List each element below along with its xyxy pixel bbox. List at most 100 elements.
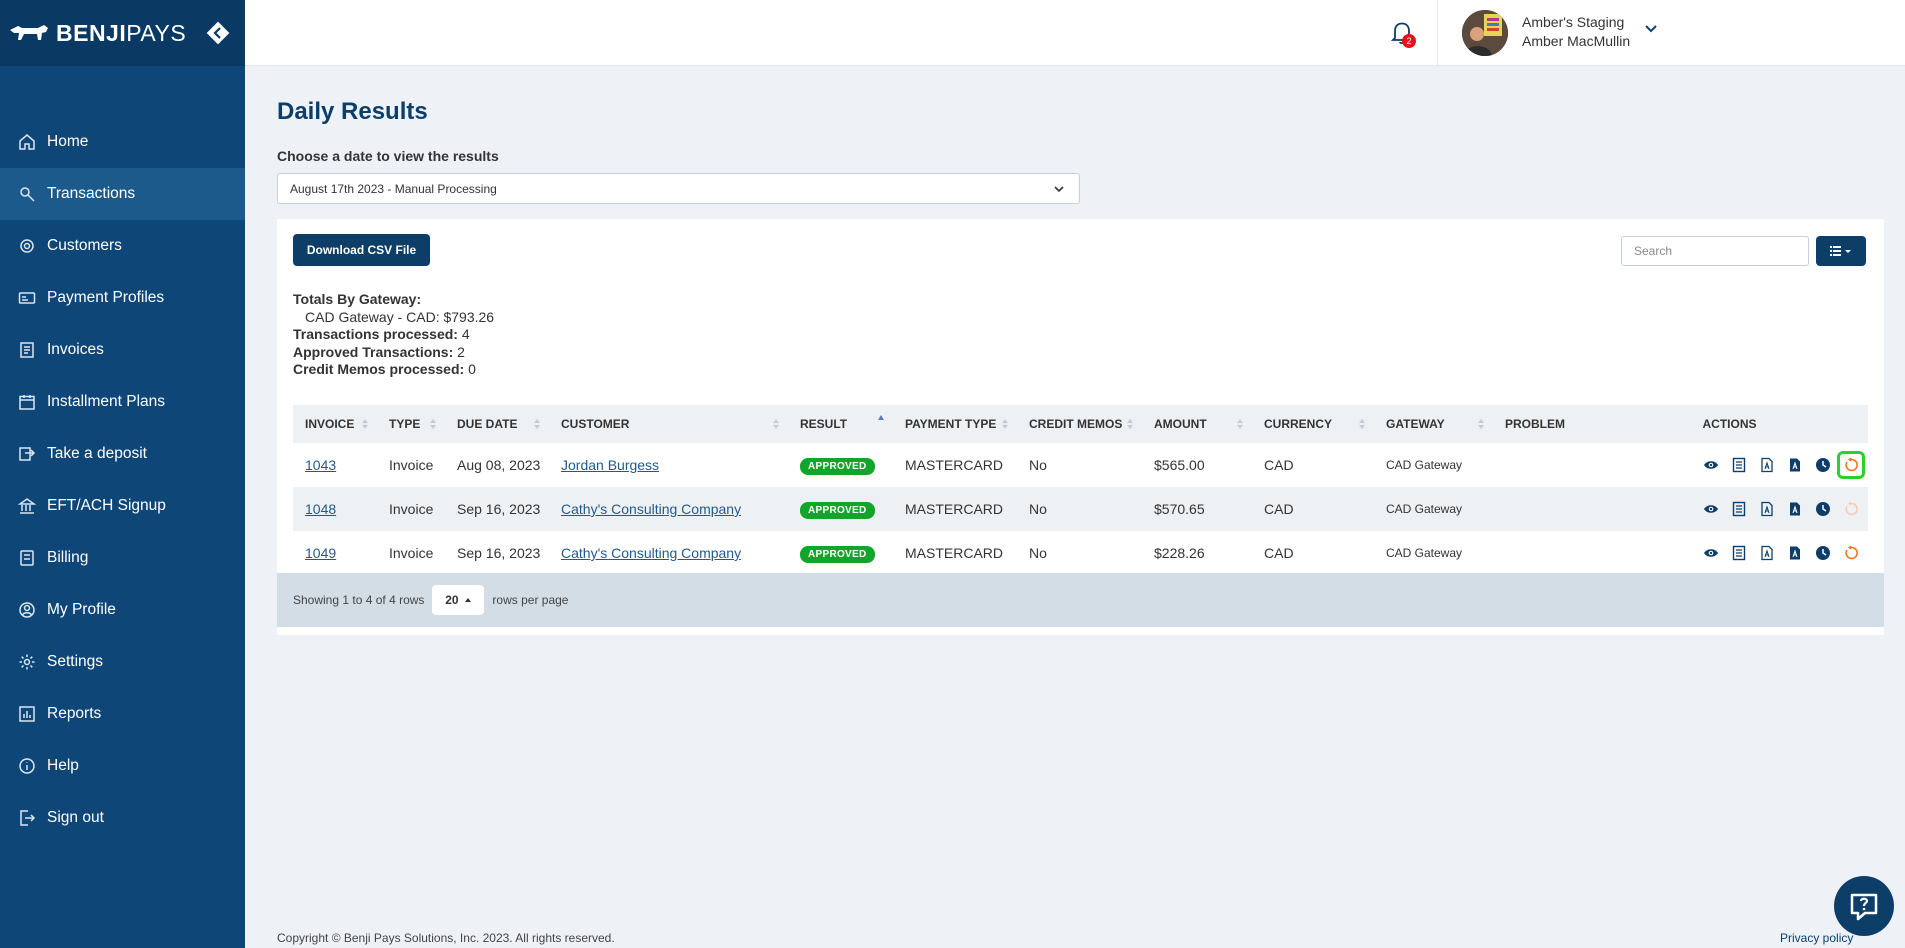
customer-link[interactable]: Jordan Burgess bbox=[561, 457, 659, 473]
column-header-label: INVOICE bbox=[305, 417, 355, 431]
sidebar-item-transactions[interactable]: Transactions bbox=[0, 168, 245, 220]
sidebar-item-label: Installment Plans bbox=[47, 393, 166, 410]
pdf-outline-icon bbox=[1761, 545, 1773, 561]
history-button[interactable] bbox=[1814, 456, 1832, 474]
row-actions bbox=[1603, 451, 1868, 479]
view-button[interactable] bbox=[1702, 544, 1720, 562]
sidebar-item-label: Billing bbox=[47, 549, 89, 566]
pdf-download-button[interactable] bbox=[1786, 544, 1804, 562]
table-header-row: INVOICE TYPE DUE DATE CUSTOMER RESULT PA… bbox=[293, 405, 1868, 443]
invoice-cell: 1049 bbox=[293, 531, 377, 575]
refund-button[interactable] bbox=[1837, 451, 1865, 479]
sidebar-item-sign-out[interactable]: Sign out bbox=[0, 792, 245, 844]
pdf-download-button[interactable] bbox=[1786, 500, 1804, 518]
credit-memos-cell: No bbox=[1029, 545, 1047, 561]
amount-cell: $565.00 bbox=[1154, 457, 1205, 473]
sidebar-item-settings[interactable]: Settings bbox=[0, 636, 245, 688]
pdf-icon bbox=[1790, 502, 1800, 516]
help-icon bbox=[18, 757, 36, 775]
help-chat-button[interactable] bbox=[1834, 876, 1894, 936]
type-cell: Invoice bbox=[389, 545, 434, 561]
history-button[interactable] bbox=[1814, 500, 1832, 518]
row-actions bbox=[1603, 544, 1868, 562]
user-name[interactable]: Amber MacMullin bbox=[1522, 33, 1630, 49]
view-button[interactable] bbox=[1702, 456, 1720, 474]
column-header-amount[interactable]: AMOUNT bbox=[1142, 405, 1252, 443]
pdf-outline-button[interactable] bbox=[1758, 544, 1776, 562]
column-header-payment-type[interactable]: PAYMENT TYPE bbox=[893, 405, 1017, 443]
invoice-link[interactable]: 1043 bbox=[305, 457, 336, 473]
payment-type-cell: MASTERCARD bbox=[905, 457, 1004, 473]
invoice-link[interactable]: 1048 bbox=[305, 501, 336, 517]
refund-icon bbox=[1845, 501, 1858, 516]
pdf-outline-icon bbox=[1761, 457, 1773, 473]
column-header-label: PAYMENT TYPE bbox=[905, 417, 997, 431]
column-header-invoice[interactable]: INVOICE bbox=[293, 405, 377, 443]
collapse-sidebar-icon[interactable] bbox=[205, 20, 231, 46]
pagination-info: Showing 1 to 4 of 4 rows bbox=[293, 593, 425, 607]
sidebar-item-home[interactable]: Home bbox=[0, 116, 245, 168]
brand-logo[interactable]: BENJIPAYS bbox=[56, 20, 186, 47]
column-header-label: GATEWAY bbox=[1386, 417, 1445, 431]
problem-cell bbox=[1493, 531, 1591, 575]
history-button[interactable] bbox=[1814, 544, 1832, 562]
pdf-outline-button[interactable] bbox=[1758, 456, 1776, 474]
sidebar-item-installment-plans[interactable]: Installment Plans bbox=[0, 376, 245, 428]
column-header-gateway[interactable]: GATEWAY bbox=[1374, 405, 1493, 443]
invoices-icon bbox=[18, 341, 36, 359]
sort-icon bbox=[362, 419, 368, 429]
sidebar-item-invoices[interactable]: Invoices bbox=[0, 324, 245, 376]
avatar[interactable] bbox=[1462, 10, 1508, 56]
column-header-customer[interactable]: CUSTOMER bbox=[549, 405, 788, 443]
columns-toggle-button[interactable] bbox=[1816, 236, 1866, 266]
column-header-result[interactable]: RESULT bbox=[788, 405, 893, 443]
sidebar-item-label: Help bbox=[47, 757, 79, 774]
user-organization[interactable]: Amber's Staging bbox=[1522, 14, 1624, 30]
invoice-details-button[interactable] bbox=[1730, 544, 1748, 562]
column-header-currency[interactable]: CURRENCY bbox=[1252, 405, 1374, 443]
benji-dog-logo-icon bbox=[10, 25, 48, 40]
column-header-type[interactable]: TYPE bbox=[377, 405, 445, 443]
actions-cell bbox=[1591, 443, 1868, 487]
refund-button[interactable] bbox=[1842, 500, 1860, 518]
chevron-down-icon[interactable] bbox=[1644, 22, 1658, 36]
customer-cell: Jordan Burgess bbox=[549, 443, 788, 487]
refund-button[interactable] bbox=[1842, 544, 1860, 562]
column-header-credit-memos[interactable]: CREDIT MEMOS bbox=[1017, 405, 1142, 443]
search-input[interactable]: Search bbox=[1621, 236, 1809, 266]
sidebar-item-customers[interactable]: Customers bbox=[0, 220, 245, 272]
privacy-policy-link[interactable]: Privacy policy bbox=[1780, 931, 1853, 945]
chevron-down-icon bbox=[1054, 186, 1064, 193]
bank-icon bbox=[18, 497, 36, 515]
date-select[interactable]: August 17th 2023 - Manual Processing bbox=[277, 173, 1080, 204]
customer-link[interactable]: Cathy's Consulting Company bbox=[561, 545, 741, 561]
topbar-divider bbox=[1437, 0, 1438, 66]
sidebar-item-payment-profiles[interactable]: Payment Profiles bbox=[0, 272, 245, 324]
sidebar-item-eft-ach-signup[interactable]: EFT/ACH Signup bbox=[0, 480, 245, 532]
invoice-link[interactable]: 1049 bbox=[305, 545, 336, 561]
download-csv-button[interactable]: Download CSV File bbox=[293, 234, 430, 266]
column-header-due-date[interactable]: DUE DATE bbox=[445, 405, 549, 443]
document-list-icon bbox=[1732, 457, 1746, 473]
sidebar-item-reports[interactable]: Reports bbox=[0, 688, 245, 740]
table-row: 1049 Invoice Sep 16, 2023 Cathy's Consultin… bbox=[293, 531, 1868, 575]
pdf-download-button[interactable] bbox=[1786, 456, 1804, 474]
column-header-label: CREDIT MEMOS bbox=[1029, 417, 1123, 431]
pdf-outline-button[interactable] bbox=[1758, 500, 1776, 518]
status-badge: APPROVED bbox=[800, 457, 875, 475]
row-actions bbox=[1603, 500, 1868, 518]
sidebar-item-my-profile[interactable]: My Profile bbox=[0, 584, 245, 636]
sidebar-item-help[interactable]: Help bbox=[0, 740, 245, 792]
gateway-cell: CAD Gateway bbox=[1386, 502, 1463, 516]
sidebar-item-label: Take a deposit bbox=[47, 445, 147, 462]
view-button[interactable] bbox=[1702, 500, 1720, 518]
invoice-details-button[interactable] bbox=[1730, 500, 1748, 518]
invoice-details-button[interactable] bbox=[1730, 456, 1748, 474]
page-size-select[interactable]: 20 bbox=[432, 585, 485, 615]
customer-link[interactable]: Cathy's Consulting Company bbox=[561, 501, 741, 517]
sidebar-item-billing[interactable]: Billing bbox=[0, 532, 245, 584]
column-header-label: PROBLEM bbox=[1505, 417, 1565, 431]
calendar-icon bbox=[18, 393, 36, 411]
sidebar-item-take-a-deposit[interactable]: Take a deposit bbox=[0, 428, 245, 480]
actions-cell bbox=[1591, 531, 1868, 575]
